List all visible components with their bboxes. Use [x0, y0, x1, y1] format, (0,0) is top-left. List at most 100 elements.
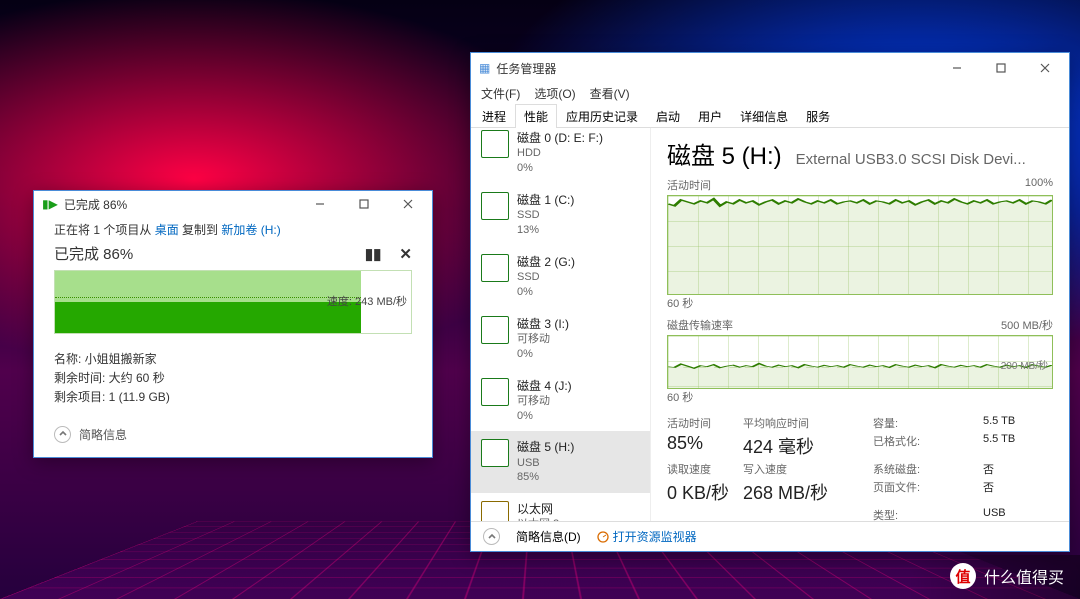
chevron-up-icon[interactable] — [54, 426, 71, 443]
tm-main-panel: 磁盘 5 (H:) External USB3.0 SCSI Disk Devi… — [651, 128, 1069, 521]
stat-active-value: 85% — [667, 433, 743, 459]
disk-sub1: 可移动 — [517, 394, 572, 409]
tm-footer: 简略信息(D) 打开资源监视器 — [471, 521, 1069, 551]
menu-item[interactable]: 文件(F) — [481, 85, 520, 102]
stat-type-value: USB — [983, 507, 1057, 521]
tab-详细信息[interactable]: 详细信息 — [731, 104, 797, 128]
sidebar-disk-item[interactable]: 磁盘 2 (G:)SSD0% — [471, 246, 650, 308]
disk-sub2: 0% — [517, 347, 569, 362]
stat-resp-value: 424 毫秒 — [743, 433, 873, 459]
disk-thumb-icon — [481, 130, 509, 158]
disk-thumb-icon — [481, 316, 509, 344]
stat-page-label: 页面文件: — [873, 479, 983, 505]
disk-sub2: 0% — [517, 285, 575, 300]
watermark: 值 什么值得买 — [910, 555, 1080, 599]
transfer-icon: ▮▶ — [42, 197, 58, 211]
open-resmon-link[interactable]: 打开资源监视器 — [597, 528, 697, 545]
minimize-button[interactable] — [935, 55, 979, 81]
sidebar-ethernet-item[interactable]: 以太网以太网 2发送: 0 接收: 0 Kbps — [471, 493, 650, 521]
maximize-button[interactable] — [342, 191, 386, 217]
tm-sidebar[interactable]: 磁盘 0 (D: E: F:)HDD0%磁盘 1 (C:)SSD13%磁盘 2 … — [471, 128, 651, 521]
g2-max: 500 MB/秒 — [1001, 317, 1053, 333]
sidebar-disk-item[interactable]: 磁盘 1 (C:)SSD13% — [471, 184, 650, 246]
disk-title: 磁盘 4 (J:) — [517, 378, 572, 394]
disk-title: 磁盘 2 (G:) — [517, 254, 575, 270]
transfer-graph: 200 MB/秒 — [667, 335, 1053, 389]
disk-sub1: 可移动 — [517, 332, 569, 347]
copy-source-link[interactable]: 桌面 — [155, 223, 179, 237]
copy-progress-bar: 速度: 243 MB/秒 — [54, 270, 412, 334]
copy-window-title: 已完成 86% — [64, 196, 298, 213]
stat-write-label: 写入速度 — [743, 461, 873, 477]
g1-axis: 60 秒 — [667, 295, 1053, 311]
disk-sub2: 85% — [517, 470, 574, 485]
meta-remaining-items: 剩余项目: 1 (11.9 GB) — [54, 388, 412, 407]
tab-应用历史记录[interactable]: 应用历史记录 — [557, 104, 647, 128]
tab-用户[interactable]: 用户 — [689, 104, 731, 128]
disk-sub1: HDD — [517, 146, 603, 161]
copy-titlebar[interactable]: ▮▶ 已完成 86% — [34, 191, 432, 217]
disk-thumb-icon — [481, 439, 509, 467]
tm-title: 任务管理器 — [496, 60, 935, 77]
g2-axis: 60 秒 — [667, 389, 1053, 405]
stat-active-label: 活动时间 — [667, 415, 743, 431]
resmon-label: 打开资源监视器 — [613, 528, 697, 545]
menu-item[interactable]: 选项(O) — [534, 85, 575, 102]
sidebar-disk-item[interactable]: 磁盘 3 (I:)可移动0% — [471, 308, 650, 370]
brief-info-toggle[interactable]: 简略信息(D) — [516, 528, 581, 545]
minimize-button[interactable] — [298, 191, 342, 217]
tm-tabs: 进程性能应用历史记录启动用户详细信息服务 — [471, 104, 1069, 128]
stat-sys-label: 系统磁盘: — [873, 461, 983, 477]
menu-item[interactable]: 查看(V) — [590, 85, 630, 102]
disk-title: 磁盘 1 (C:) — [517, 192, 574, 208]
cancel-button[interactable]: ✕ — [399, 245, 412, 263]
g1-max: 100% — [1025, 177, 1053, 193]
tab-性能[interactable]: 性能 — [515, 104, 557, 128]
copy-mid: 复制到 — [182, 223, 221, 237]
disk-sub2: 13% — [517, 223, 574, 238]
chevron-up-icon[interactable] — [483, 528, 500, 545]
disk-thumb-icon — [481, 192, 509, 220]
copy-prefix: 正在将 1 个项目从 — [54, 223, 155, 237]
g2-midlabel: 200 MB/秒 — [1001, 357, 1048, 372]
brief-info-toggle[interactable]: 简略信息 — [79, 426, 127, 443]
stat-cap-value: 5.5 TB — [983, 415, 1057, 431]
disk-title: 磁盘 3 (I:) — [517, 316, 569, 332]
watermark-text: 什么值得买 — [984, 564, 1064, 588]
meta-name: 名称: 小姐姐搬新家 — [54, 350, 412, 369]
disk-sub1: SSD — [517, 208, 574, 223]
sidebar-disk-item[interactable]: 磁盘 4 (J:)可移动0% — [471, 370, 650, 432]
tab-服务[interactable]: 服务 — [797, 104, 839, 128]
copy-from-to: 正在将 1 个项目从 桌面 复制到 新加卷 (H:) — [54, 221, 412, 238]
disk-sub1: SSD — [517, 270, 575, 285]
copy-progress-label: 已完成 86% — [54, 243, 133, 264]
tm-titlebar[interactable]: ▦ 任务管理器 — [471, 53, 1069, 83]
resmon-icon — [597, 531, 609, 543]
disk-heading: 磁盘 5 (H:) — [667, 136, 782, 171]
g2-caption: 磁盘传输速率 — [667, 317, 733, 333]
stat-cap-label: 容量: — [873, 415, 983, 431]
stat-resp-label: 平均响应时间 — [743, 415, 873, 431]
pause-button[interactable]: ▮▮ — [365, 245, 382, 263]
tm-menubar: 文件(F) 选项(O) 查看(V) — [471, 83, 1069, 104]
stat-write-value: 268 MB/秒 — [743, 479, 873, 505]
sidebar-disk-item[interactable]: 磁盘 5 (H:)USB85% — [471, 431, 650, 493]
close-button[interactable] — [386, 191, 430, 217]
disk-title: 磁盘 0 (D: E: F:) — [517, 130, 603, 146]
stat-sys-value: 否 — [983, 461, 1057, 477]
maximize-button[interactable] — [979, 55, 1023, 81]
meta-remaining-time: 剩余时间: 大约 60 秒 — [54, 369, 412, 388]
stat-read-label: 读取速度 — [667, 461, 743, 477]
disk-thumb-icon — [481, 378, 509, 406]
tm-app-icon: ▦ — [479, 61, 490, 75]
close-button[interactable] — [1023, 55, 1067, 81]
tab-启动[interactable]: 启动 — [647, 104, 689, 128]
watermark-badge: 值 — [950, 563, 976, 589]
sidebar-disk-item[interactable]: 磁盘 0 (D: E: F:)HDD0% — [471, 130, 650, 184]
stat-read-value: 0 KB/秒 — [667, 479, 743, 505]
copy-dest-link[interactable]: 新加卷 (H:) — [221, 223, 280, 237]
stat-page-value: 否 — [983, 479, 1057, 505]
tab-进程[interactable]: 进程 — [473, 104, 515, 128]
speed-label: 速度: 243 MB/秒 — [327, 293, 407, 309]
task-manager-window: ▦ 任务管理器 文件(F) 选项(O) 查看(V) 进程性能应用历史记录启动用户详细… — [470, 52, 1070, 552]
